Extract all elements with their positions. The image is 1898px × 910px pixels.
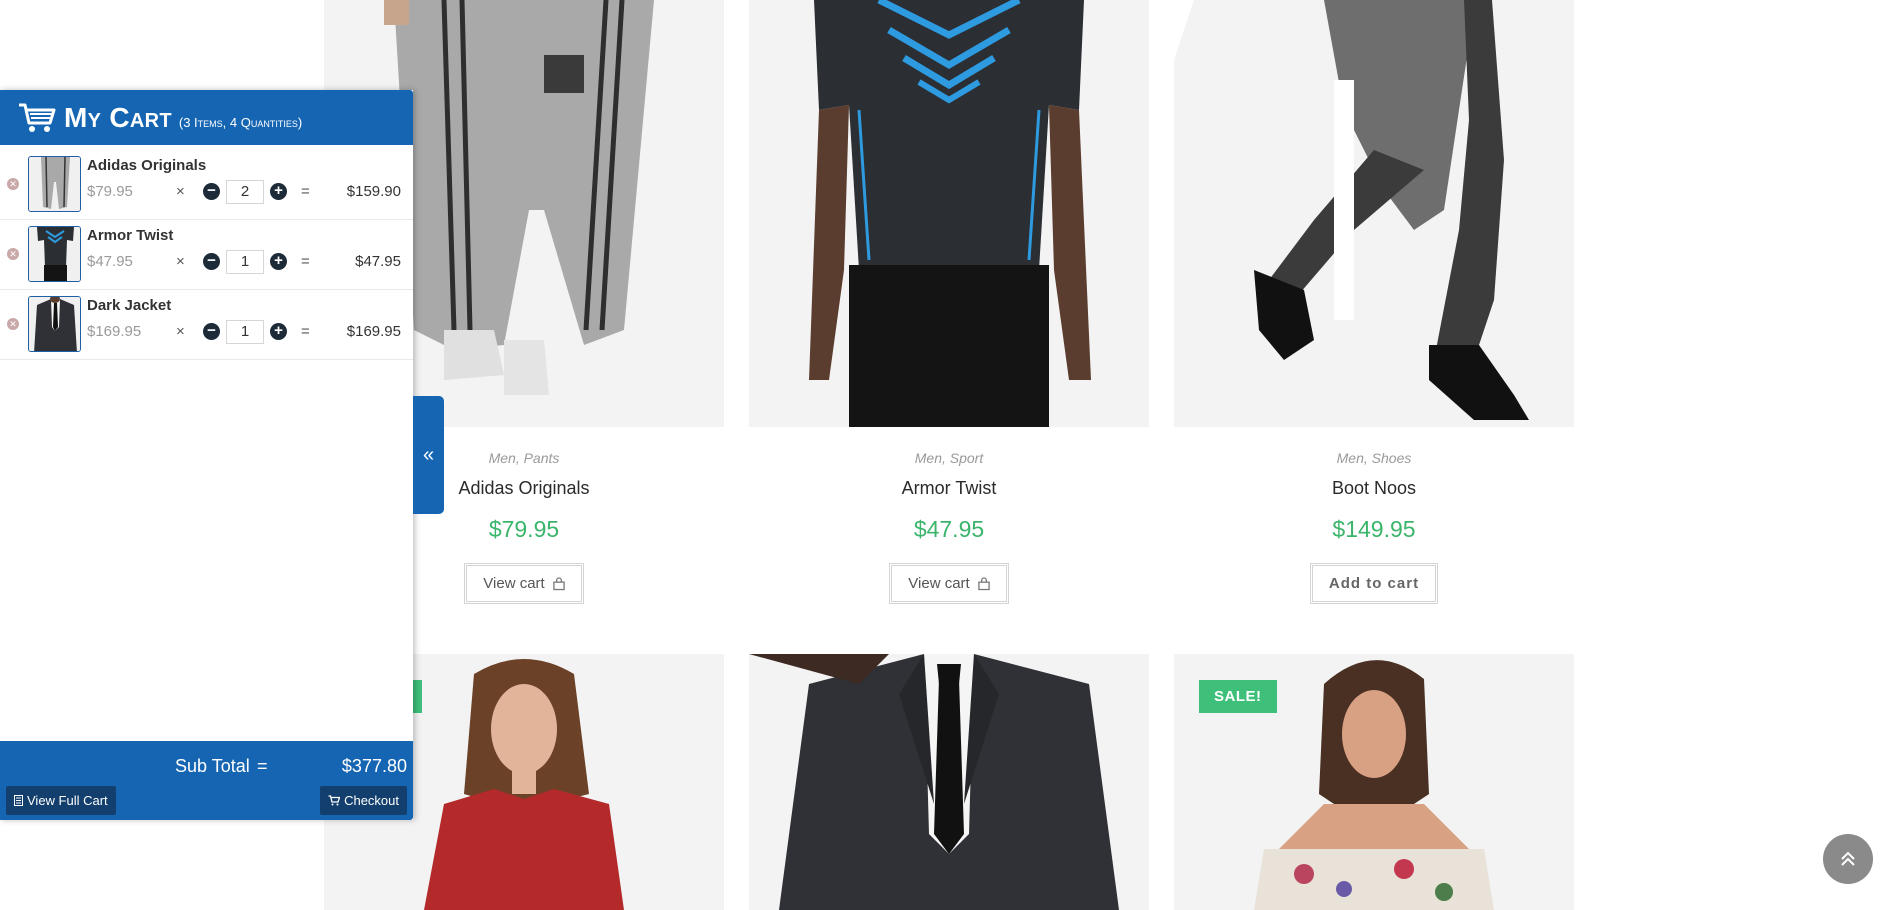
- cart-item-unit-price: $47.95: [87, 253, 133, 270]
- qty-input[interactable]: 1: [226, 250, 264, 274]
- checkout-button[interactable]: Checkout: [320, 786, 407, 815]
- cart-item-unit-price: $79.95: [87, 183, 133, 200]
- cart-item-thumbnail: [28, 226, 81, 282]
- product-meta: Men, Sport: [914, 450, 984, 466]
- subtotal-label: Sub Total: [175, 756, 250, 776]
- cart-item-total: $169.95: [346, 323, 401, 340]
- times-sign: ×: [176, 183, 185, 200]
- button-label: View cart: [908, 575, 970, 592]
- cart-title: My Cart: [64, 101, 172, 133]
- cart-toggle-button[interactable]: «: [413, 396, 444, 514]
- equals-sign: =: [257, 756, 268, 776]
- double-chevron-up-icon: [1841, 851, 1855, 866]
- cart-item-name: Adidas Originals: [87, 157, 207, 174]
- decrease-qty-button[interactable]: −: [203, 253, 220, 270]
- increase-qty-button[interactable]: +: [270, 253, 287, 270]
- times-sign: ×: [176, 253, 185, 270]
- product-image-boot-noos[interactable]: [1174, 0, 1574, 427]
- button-label: View cart: [483, 575, 545, 592]
- view-full-cart-button[interactable]: View Full Cart: [6, 786, 116, 815]
- view-cart-button[interactable]: View cart: [464, 563, 584, 604]
- double-chevron-left-icon: «: [422, 443, 435, 466]
- cart-item-thumbnail: [28, 296, 81, 352]
- cart-panel: My Cart (3 Items, 4 Quantities) ✕ Adidas…: [0, 90, 413, 820]
- product-title[interactable]: Armor Twist: [749, 478, 1149, 499]
- increase-qty-button[interactable]: +: [270, 183, 287, 200]
- cart-line-item: ✕ Dark Jacket $169.95 × − 1 + = $169.95: [0, 290, 413, 360]
- qty-input[interactable]: 2: [226, 180, 264, 204]
- cart-line-item: ✕ Adidas Originals $79.95 × − 2 + = $159…: [0, 150, 413, 220]
- cart-item-name: Armor Twist: [87, 227, 174, 244]
- sale-badge: SALE!: [1199, 680, 1277, 713]
- remove-item-icon[interactable]: ✕: [7, 318, 19, 330]
- decrease-qty-button[interactable]: −: [203, 323, 220, 340]
- cart-footer: Sub Total = $377.80 View Full Cart Check…: [0, 741, 413, 820]
- cart-count: (3 Items, 4 Quantities): [178, 115, 303, 130]
- decrease-qty-button[interactable]: −: [203, 183, 220, 200]
- product-title[interactable]: Boot Noos: [1174, 478, 1574, 499]
- button-label: Checkout: [344, 793, 399, 808]
- bag-icon: [977, 576, 990, 590]
- back-to-top-button[interactable]: [1823, 834, 1873, 884]
- increase-qty-button[interactable]: +: [270, 323, 287, 340]
- equals-sign: =: [301, 253, 310, 270]
- view-cart-button[interactable]: View cart: [889, 563, 1009, 604]
- cart-line-item: ✕ Armor Twist $47.95 × − 1 + = $47.95: [0, 220, 413, 290]
- cart-item-name: Dark Jacket: [87, 297, 172, 314]
- shopping-cart-icon: [328, 795, 341, 806]
- document-icon: [14, 795, 23, 806]
- bag-icon: [552, 576, 565, 590]
- qty-input[interactable]: 1: [226, 320, 264, 344]
- product-image-dark-jacket[interactable]: [749, 654, 1149, 910]
- button-label: View Full Cart: [27, 793, 108, 808]
- cart-item-total: $159.90: [346, 183, 401, 200]
- subtotal-value: $377.80: [341, 756, 407, 776]
- product-price: $149.95: [1332, 516, 1416, 542]
- cart-item-thumbnail: [28, 156, 81, 212]
- cart-header: My Cart (3 Items, 4 Quantities): [0, 90, 413, 145]
- times-sign: ×: [176, 323, 185, 340]
- cart-item-unit-price: $169.95: [87, 323, 142, 340]
- remove-item-icon[interactable]: ✕: [7, 248, 19, 260]
- shopping-cart-icon: [19, 103, 56, 132]
- product-price: $47.95: [913, 516, 985, 542]
- product-meta: Men, Shoes: [1336, 450, 1412, 466]
- cart-item-total: $47.95: [355, 253, 401, 270]
- button-label: Add to cart: [1328, 575, 1420, 592]
- remove-item-icon[interactable]: ✕: [7, 178, 19, 190]
- product-image-armor-twist[interactable]: [749, 0, 1149, 427]
- add-to-cart-button[interactable]: Add to cart: [1309, 563, 1439, 604]
- equals-sign: =: [301, 183, 310, 200]
- equals-sign: =: [301, 323, 310, 340]
